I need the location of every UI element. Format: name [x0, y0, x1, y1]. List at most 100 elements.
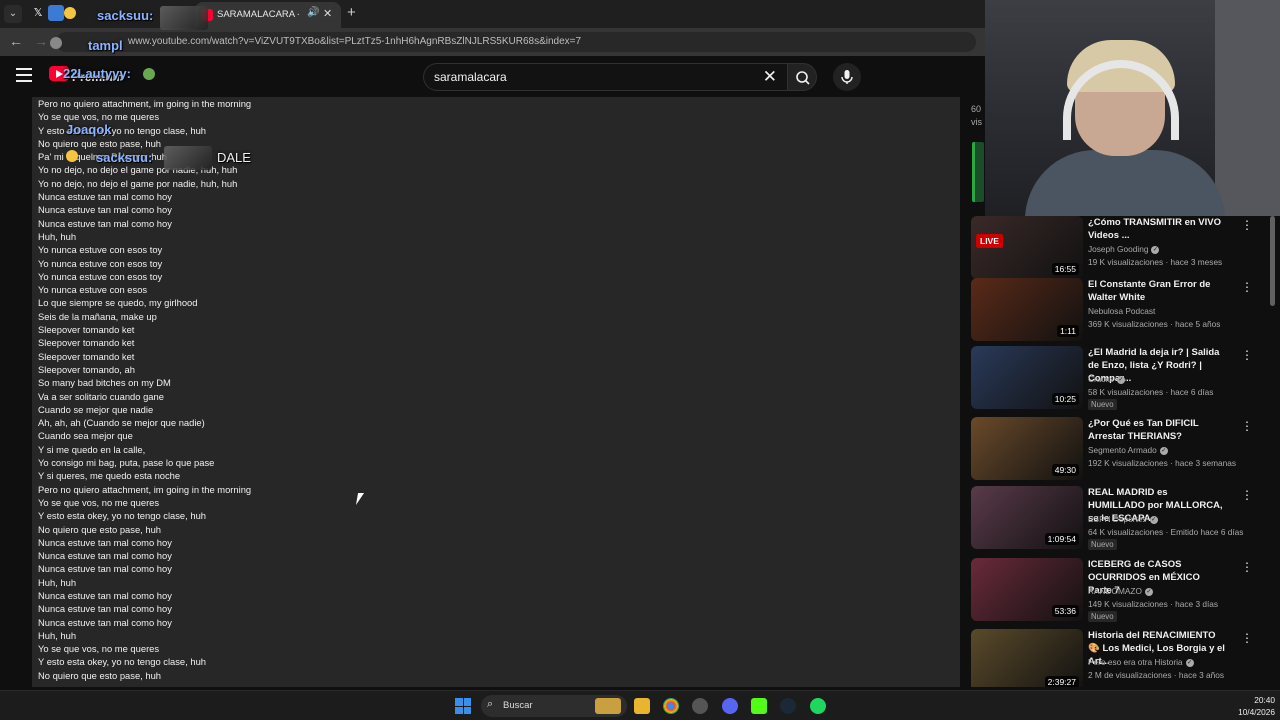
verified-icon: ✓ [1185, 658, 1194, 667]
chat-username: sacksuu: [96, 150, 153, 165]
active-tab[interactable]: SARAMALACARA - NO T 🔊 ✕ [195, 2, 341, 28]
video-title[interactable]: ¿Cómo TRANSMITIR en VIVO Videos ... [1088, 216, 1225, 242]
more-options-icon[interactable]: ⋮ [1241, 280, 1253, 294]
video-thumbnail[interactable]: 1:11 [971, 278, 1083, 341]
recommendation-card[interactable]: 1:09:54 REAL MADRID es HUMILLADO por MALL… [971, 486, 1271, 550]
chrome-icon[interactable] [663, 698, 679, 714]
channel-name[interactable]: Cracks ✓ [1088, 374, 1125, 384]
video-meta: 58 K visualizaciones · hace 6 días [1088, 387, 1214, 397]
clear-search-icon[interactable]: ✕ [763, 67, 777, 87]
kick-icon[interactable] [751, 698, 767, 714]
channel-name[interactable]: ESPN Deportes ✓ [1088, 514, 1158, 524]
file-explorer-icon[interactable] [634, 698, 650, 714]
obs-icon[interactable] [692, 698, 708, 714]
lyric-line: Pero no quiero attachment, im going in t… [38, 98, 252, 109]
forward-arrow-icon[interactable]: → [34, 33, 48, 49]
channel-name[interactable]: Joseph Gooding ✓ [1088, 244, 1160, 254]
lyric-line: Ah, ah, ah (Cuando se mejor que nadie) [38, 417, 205, 429]
lyric-line: Sleepover tomando ket [38, 350, 135, 362]
video-thumbnail[interactable]: 53:36 [971, 558, 1083, 621]
more-options-icon[interactable]: ⋮ [1241, 560, 1253, 574]
back-arrow-icon[interactable]: ← [9, 33, 23, 49]
video-duration: 16:55 [1051, 263, 1079, 275]
lyric-line: Nunca estuve tan mal como hoy [38, 536, 172, 548]
steam-icon[interactable] [780, 698, 796, 714]
video-duration: 49:30 [1051, 464, 1079, 476]
more-options-icon[interactable]: ⋮ [1241, 631, 1253, 645]
active-tab-title: SARAMALACARA - NO T [217, 9, 299, 20]
windows-taskbar: ⌕ Buscar 20:40 10/4/2026 [0, 690, 1280, 720]
close-tab-icon[interactable]: ✕ [323, 7, 332, 20]
discord-icon[interactable] [722, 698, 738, 714]
spotify-icon[interactable] [810, 698, 826, 714]
lyric-line: Lo que siempre se quedo, my girlhood [38, 297, 198, 309]
system-clock[interactable]: 20:40 10/4/2026 [1225, 694, 1275, 718]
chat-username: tampl [88, 38, 123, 53]
chat-badge-icon [50, 37, 62, 49]
recommendation-card[interactable]: LIVE 16:55 ¿Cómo TRANSMITIR en VIVO Videos… [971, 216, 1271, 280]
video-description-panel[interactable]: Pero no quiero attachment, im going in t… [32, 97, 960, 687]
more-options-icon[interactable]: ⋮ [1241, 488, 1253, 502]
lyric-line: Huh, huh [38, 230, 77, 242]
channel-name[interactable]: Nebulosa Podcast [1088, 306, 1155, 316]
windows-start-icon[interactable] [455, 698, 471, 714]
lyric-line: Yo se que vos, no me queres [38, 643, 160, 655]
lyric-line: Cuando sea mejor que [38, 430, 133, 442]
channel-name[interactable]: RANDOMAZO ✓ [1088, 586, 1153, 596]
recommendation-card[interactable]: 1:11 El Constante Gran Error de Walter Wh… [971, 278, 1271, 342]
video-meta: 149 K visualizaciones · hace 3 días [1088, 599, 1219, 609]
lyric-line: Yo no dejo, no dejo el game por nadie, h… [38, 164, 238, 176]
promo-card[interactable] [972, 142, 984, 202]
video-duration: 1:09:54 [1044, 533, 1079, 545]
x-tab-icon[interactable]: 𝕏 [30, 5, 46, 21]
video-duration: 53:36 [1051, 605, 1079, 617]
video-title[interactable]: El Constante Gran Error de Walter White [1088, 278, 1225, 304]
recommendation-card[interactable]: 2:39:27 Historia del RENACIMIENTO 🎨 Los M… [971, 629, 1271, 687]
pinned-tab-icon[interactable] [48, 5, 64, 21]
lyric-line: Yo nunca estuve con esos [38, 284, 148, 296]
emote-icon [64, 7, 76, 19]
more-options-icon[interactable]: ⋮ [1241, 218, 1253, 232]
recommendation-card[interactable]: 53:36 ICEBERG de CASOS OCURRIDOS en MÉXIC… [971, 558, 1271, 622]
recommendation-card[interactable]: 49:30 ¿Por Qué es Tan DIFICIL Arrestar TH… [971, 417, 1271, 481]
lyric-line: Y esto esta okey, yo no tengo clase, huh [38, 510, 206, 522]
emote-icon [143, 68, 155, 80]
video-meta: 19 K visualizaciones · hace 3 meses [1088, 257, 1223, 267]
video-thumbnail[interactable]: 1:09:54 [971, 486, 1083, 549]
search-icon: ⌕ [487, 698, 494, 710]
hamburger-menu-icon[interactable] [16, 68, 32, 82]
microphone-icon [841, 70, 853, 84]
video-thumbnail[interactable]: 10:25 [971, 346, 1083, 409]
search-input[interactable]: saramalacara ✕ [423, 63, 787, 91]
scrollbar-thumb[interactable] [1270, 216, 1275, 306]
recommendation-card[interactable]: 10:25 ¿El Madrid la deja ir? | Salida de … [971, 346, 1271, 410]
speaker-icon[interactable]: 🔊 [307, 7, 319, 18]
video-thumbnail[interactable]: 2:39:27 [971, 629, 1083, 687]
taskbar-search[interactable]: ⌕ Buscar [481, 695, 627, 717]
new-tab-icon[interactable]: + [347, 4, 356, 21]
lyrics-text: Pero no quiero attachment, im going in t… [38, 97, 251, 682]
address-bar-row: ← → www.youtube.com/watch?v=ViZVUT9TXBo&… [0, 28, 985, 56]
video-thumbnail[interactable]: 49:30 [971, 417, 1083, 480]
lyric-line: Nunca estuve tan mal como hoy [38, 589, 172, 601]
voice-search-button[interactable] [833, 63, 861, 91]
verified-icon: ✓ [1159, 446, 1168, 455]
emote-icon [66, 150, 78, 162]
new-badge: Nuevo [1088, 399, 1117, 410]
lyric-line: Cuando se mejor que nadie [38, 403, 154, 415]
lyric-line: Nunca estuve tan mal como hoy [38, 616, 172, 628]
lyric-line: Y si me quedo en la calle, [38, 443, 146, 455]
tab-list-chevron-icon[interactable]: ⌄ [4, 5, 22, 23]
channel-name[interactable]: Pero eso era otra Historia ✓ [1088, 657, 1194, 667]
chat-username: 22Lautyyy: [63, 66, 131, 81]
video-duration: 1:11 [1057, 325, 1079, 337]
lyric-line: Nunca estuve tan mal como hoy [38, 191, 172, 203]
url-field[interactable]: www.youtube.com/watch?v=ViZVUT9TXBo&list… [56, 32, 976, 52]
search-button[interactable] [787, 63, 817, 91]
channel-name[interactable]: Segmento Armado ✓ [1088, 445, 1168, 455]
video-thumbnail[interactable]: LIVE 16:55 [971, 216, 1083, 279]
more-options-icon[interactable]: ⋮ [1241, 419, 1253, 433]
video-title[interactable]: ¿Por Qué es Tan DIFICIL Arrestar THERIAN… [1088, 417, 1225, 443]
more-options-icon[interactable]: ⋮ [1241, 348, 1253, 362]
lyric-line: Sleepover tomando ket [38, 324, 135, 336]
